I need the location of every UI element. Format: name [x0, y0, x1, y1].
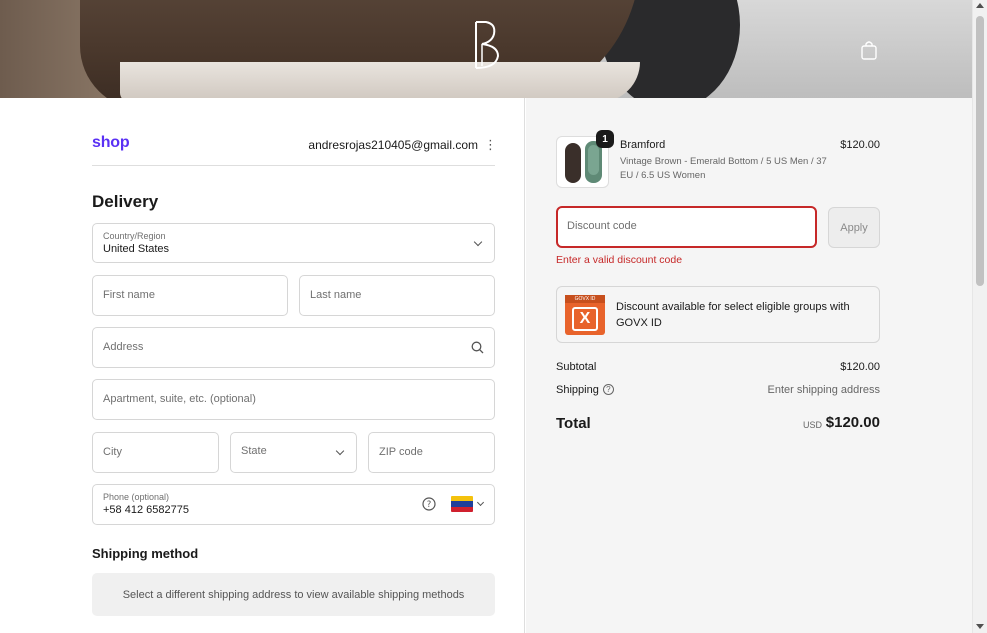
order-summary-panel: 1 Bramford Vintage Brown - Emerald Botto…	[526, 98, 972, 633]
state-select[interactable]: State	[230, 432, 357, 473]
govx-discount-text: Discount available for select eligible g…	[616, 301, 850, 329]
help-circle-icon[interactable]: ?	[422, 497, 436, 511]
shopping-bag-icon[interactable]	[860, 40, 878, 60]
last-name-field[interactable]: Last name	[299, 275, 495, 316]
scrollbar-thumb[interactable]	[976, 16, 984, 286]
country-select[interactable]: Country/Region United States	[92, 223, 495, 263]
shipping-label-row: Shipping?	[556, 384, 614, 396]
chevron-down-icon[interactable]	[476, 498, 485, 507]
govx-discount-banner[interactable]: GOVX ID X Discount available for select …	[556, 286, 880, 343]
subtotal-value: $120.00	[840, 361, 880, 373]
delivery-heading: Delivery	[92, 192, 159, 211]
total-currency: USD	[802, 420, 822, 430]
page-scrollbar[interactable]	[972, 0, 987, 633]
account-email: andresrojas210405@gmail.com	[308, 138, 478, 152]
country-label: Country/Region	[103, 231, 166, 241]
city-field[interactable]: City	[92, 432, 219, 473]
address-field[interactable]: Address	[92, 327, 495, 368]
product-variant: Vintage Brown - Emerald Bottom / 5 US Me…	[620, 156, 827, 181]
address-placeholder: Address	[103, 341, 144, 353]
svg-text:?: ?	[427, 500, 432, 510]
divider	[92, 165, 495, 166]
govx-logo-top: GOVX ID	[565, 295, 605, 303]
venezuela-flag-icon[interactable]	[451, 496, 473, 512]
govx-logo-mark: X	[572, 307, 598, 331]
shoe-sole-image	[588, 145, 599, 175]
apply-discount-button[interactable]: Apply	[828, 207, 880, 248]
discount-error-message: Enter a valid discount code	[556, 254, 683, 266]
phone-value: +58 412 6582775	[103, 504, 189, 516]
apartment-placeholder: Apartment, suite, etc. (optional)	[103, 393, 256, 405]
govx-logo-icon: GOVX ID X	[565, 295, 605, 335]
phone-field[interactable]: Phone (optional) +58 412 6582775 ?	[92, 484, 495, 525]
shipping-method-heading: Shipping method	[92, 546, 199, 561]
state-placeholder: State	[241, 445, 267, 457]
apartment-field[interactable]: Apartment, suite, etc. (optional)	[92, 379, 495, 420]
city-placeholder: City	[103, 446, 122, 458]
subtotal-label: Subtotal	[556, 361, 597, 373]
scroll-up-arrow-icon[interactable]	[976, 3, 984, 8]
banner-shoe-sole	[120, 62, 640, 98]
last-name-placeholder: Last name	[310, 289, 362, 301]
phone-label: Phone (optional)	[103, 492, 170, 502]
scroll-down-arrow-icon[interactable]	[976, 624, 984, 629]
total-label: Total	[556, 415, 591, 432]
shipping-label: Shipping	[556, 384, 599, 396]
total-value: $120.00	[825, 414, 880, 431]
shipping-method-message: Select a different shipping address to v…	[122, 588, 465, 601]
product-name: Bramford	[620, 139, 666, 151]
shipping-value: Enter shipping address	[767, 384, 880, 396]
discount-code-input[interactable]: Discount code	[556, 206, 817, 248]
first-name-field[interactable]: First name	[92, 275, 288, 316]
kebab-menu-icon[interactable]: ⋮	[484, 138, 497, 153]
hero-banner	[0, 0, 972, 98]
shop-logo[interactable]: shop	[92, 134, 130, 152]
chevron-down-icon	[473, 237, 483, 247]
discount-code-placeholder: Discount code	[567, 220, 637, 232]
help-circle-icon[interactable]: ?	[602, 384, 614, 395]
zip-field[interactable]: ZIP code	[368, 432, 495, 473]
brand-b-logo-icon[interactable]	[468, 18, 504, 76]
quantity-badge: 1	[596, 130, 614, 148]
search-icon[interactable]	[471, 341, 484, 354]
shipping-method-notice: Select a different shipping address to v…	[92, 573, 495, 616]
product-price: $120.00	[840, 139, 880, 151]
country-value: United States	[103, 243, 170, 255]
shoe-image-left	[565, 143, 581, 183]
chevron-down-icon	[335, 446, 345, 456]
checkout-form-panel: shop andresrojas210405@gmail.com ⋮ Deliv…	[0, 98, 525, 633]
zip-placeholder: ZIP code	[379, 446, 423, 458]
first-name-placeholder: First name	[103, 289, 155, 301]
